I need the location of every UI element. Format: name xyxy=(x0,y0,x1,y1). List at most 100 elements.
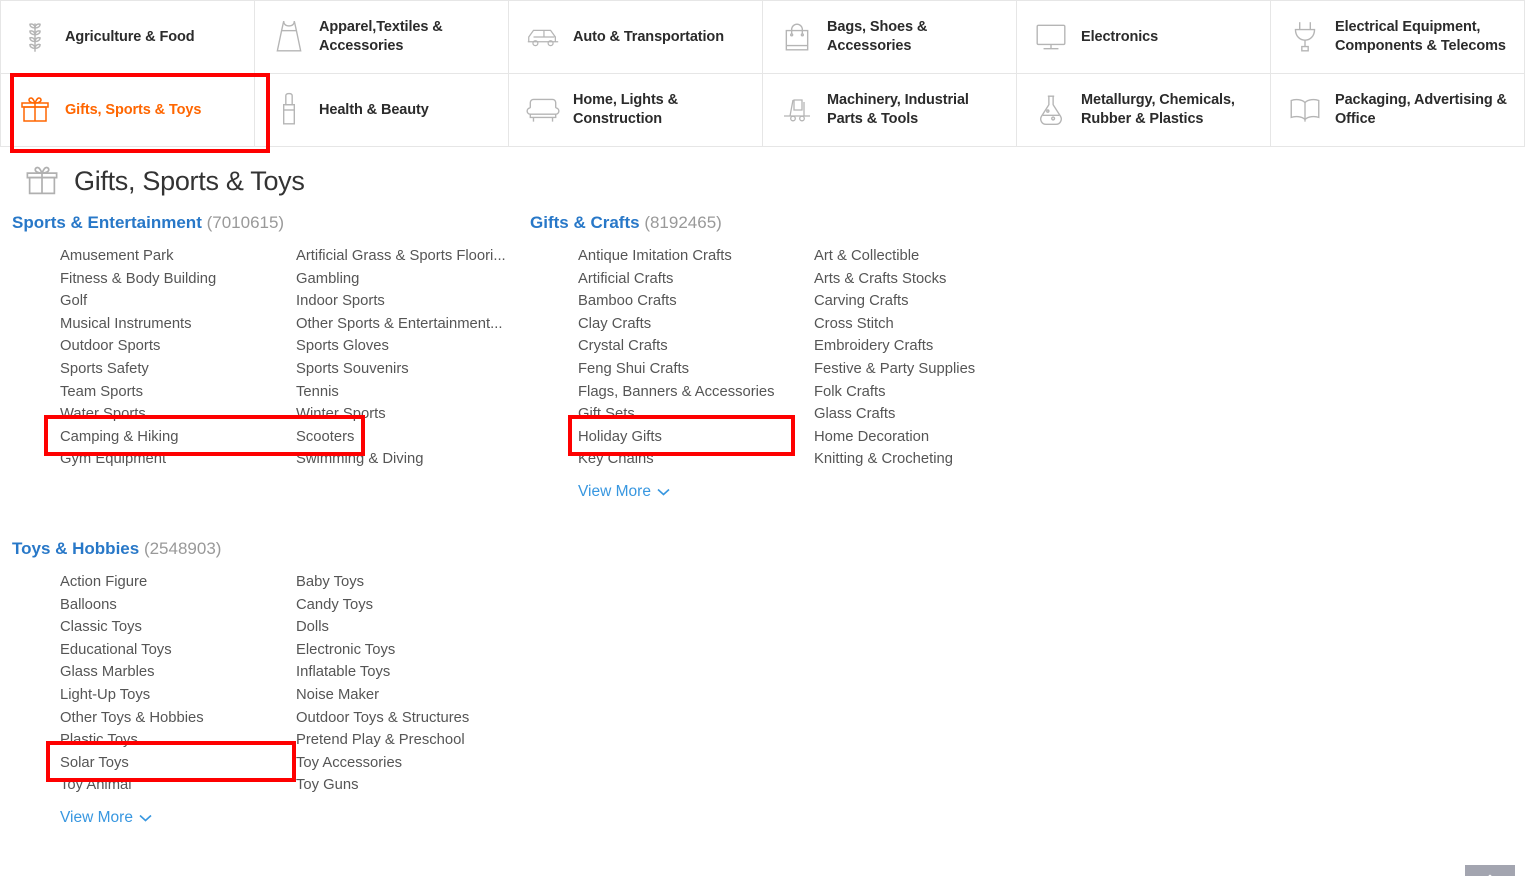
subcategory-link[interactable]: Winter Sports xyxy=(296,403,520,426)
subcategory-link[interactable]: Light-Up Toys xyxy=(60,684,296,707)
subcategory-columns: Amusement Park Fitness & Body Building Gol… xyxy=(0,239,520,471)
category-cell-electronics[interactable]: Electronics xyxy=(1017,1,1271,74)
subcategory-link[interactable]: Team Sports xyxy=(60,381,296,404)
flask-icon xyxy=(1031,88,1071,132)
chevron-down-icon xyxy=(139,814,152,822)
category-cell-health-beauty[interactable]: Health & Beauty xyxy=(255,74,509,147)
subcategory-link[interactable]: Solar Toys xyxy=(60,752,296,775)
car-icon xyxy=(523,15,563,59)
subcategory-columns: Antique Imitation Crafts Artificial Craft… xyxy=(518,239,1078,471)
subcategory-link[interactable]: Art & Collectible xyxy=(814,245,1078,268)
section-product-count: (7010615) xyxy=(206,213,285,232)
category-cell-packaging-advertising-office[interactable]: Packaging, Advertising & Office xyxy=(1271,74,1525,147)
subcategory-link[interactable]: Toy Guns xyxy=(296,774,520,797)
subcategory-link[interactable]: Embroidery Crafts xyxy=(814,335,1078,358)
category-cell-home-lights-construction[interactable]: Home, Lights & Construction xyxy=(509,74,763,147)
subcategory-link[interactable]: Other Toys & Hobbies xyxy=(60,707,296,730)
subcategory-link[interactable]: Feng Shui Crafts xyxy=(578,358,814,381)
subcategory-link[interactable]: Amusement Park xyxy=(60,245,296,268)
subcategory-link[interactable]: Swimming & Diving xyxy=(296,448,520,471)
subcategory-link[interactable]: Folk Crafts xyxy=(814,381,1078,404)
subcategory-link[interactable]: Gift Sets xyxy=(578,403,814,426)
subcategory-link[interactable]: Bamboo Crafts xyxy=(578,290,814,313)
category-cell-apparel-textiles-accessories[interactable]: Apparel,Textiles & Accessories xyxy=(255,1,509,74)
subcategory-link[interactable]: Crystal Crafts xyxy=(578,335,814,358)
subcategory-link[interactable]: Plastic Toys xyxy=(60,729,296,752)
subcategory-link[interactable]: Sports Safety xyxy=(60,358,296,381)
subcategory-link[interactable]: Toy Accessories xyxy=(296,752,520,775)
subcategory-link[interactable]: Festive & Party Supplies xyxy=(814,358,1078,381)
subcategory-link[interactable]: Sports Souvenirs xyxy=(296,358,520,381)
subcategory-link[interactable]: Camping & Hiking xyxy=(60,426,296,449)
subcategory-link[interactable]: Golf xyxy=(60,290,296,313)
category-cell-machinery-industrial-parts-tools[interactable]: Machinery, Industrial Parts & Tools xyxy=(763,74,1017,147)
view-more-button[interactable]: View More xyxy=(578,483,670,501)
gift-icon xyxy=(22,161,62,201)
subcategory-link[interactable]: Holiday Gifts xyxy=(578,426,814,449)
subcategory-link[interactable]: Antique Imitation Crafts xyxy=(578,245,814,268)
subcategory-link[interactable]: Flags, Banners & Accessories xyxy=(578,381,814,404)
category-cell-label: Auto & Transportation xyxy=(573,28,724,45)
section-title-link[interactable]: Toys & Hobbies xyxy=(12,539,139,558)
section-title-link[interactable]: Sports & Entertainment xyxy=(12,213,202,232)
category-cell-label: Machinery, Industrial Parts & Tools xyxy=(827,92,969,127)
subcategory-link[interactable]: Educational Toys xyxy=(60,639,296,662)
subcategory-link[interactable]: Artificial Crafts xyxy=(578,268,814,291)
subcategory-link[interactable]: Artificial Grass & Sports Floori... xyxy=(296,245,520,268)
subcategory-link[interactable]: Key Chains xyxy=(578,448,814,471)
lipstick-icon xyxy=(269,88,309,132)
subcategory-link[interactable]: Candy Toys xyxy=(296,594,520,617)
category-content: Sports & Entertainment (7010615) Amusemen… xyxy=(0,207,1525,876)
scroll-to-top-button[interactable]: TOP xyxy=(1465,865,1515,876)
subcategory-link[interactable]: Outdoor Toys & Structures xyxy=(296,707,520,730)
subcategory-link[interactable]: Dolls xyxy=(296,616,520,639)
subcategory-link[interactable]: Action Figure xyxy=(60,571,296,594)
subcategory-link[interactable]: Clay Crafts xyxy=(578,313,814,336)
category-cell-metallurgy-chemicals-rubber-plastics[interactable]: Metallurgy, Chemicals, Rubber & Plastics xyxy=(1017,74,1271,147)
subcategory-link[interactable]: Toy Animal xyxy=(60,774,296,797)
subcategory-link[interactable]: Home Decoration xyxy=(814,426,1078,449)
subcategory-link[interactable]: Gambling xyxy=(296,268,520,291)
subcategory-link[interactable]: Other Sports & Entertainment... xyxy=(296,313,520,336)
category-cell-label: Apparel,Textiles & Accessories xyxy=(319,19,443,54)
subcategory-link[interactable]: Inflatable Toys xyxy=(296,661,520,684)
category-cell-gifts-sports-toys[interactable]: Gifts, Sports & Toys xyxy=(1,74,255,147)
subcategory-link[interactable]: Tennis xyxy=(296,381,520,404)
subcategory-link[interactable]: Fitness & Body Building xyxy=(60,268,296,291)
subcategory-link[interactable]: Balloons xyxy=(60,594,296,617)
subcategory-link[interactable]: Carving Crafts xyxy=(814,290,1078,313)
subcategory-link[interactable]: Gym Equipment xyxy=(60,448,296,471)
subcategory-link[interactable]: Musical Instruments xyxy=(60,313,296,336)
section-title-link[interactable]: Gifts & Crafts xyxy=(530,213,640,232)
subcategory-link[interactable]: Baby Toys xyxy=(296,571,520,594)
subcategory-link[interactable]: Classic Toys xyxy=(60,616,296,639)
subcategory-link[interactable]: Arts & Crafts Stocks xyxy=(814,268,1078,291)
category-cell-electrical-equipment-components-telecoms[interactable]: Electrical Equipment, Components & Telec… xyxy=(1271,1,1525,74)
subcategory-link[interactable]: Noise Maker xyxy=(296,684,520,707)
section-product-count: (8192465) xyxy=(644,213,722,232)
subcategory-link[interactable]: Scooters xyxy=(296,426,520,449)
section-heading: Sports & Entertainment (7010615) xyxy=(0,207,292,239)
subcategory-link[interactable]: Indoor Sports xyxy=(296,290,520,313)
subcategory-link[interactable]: Water Sports xyxy=(60,403,296,426)
category-cell-auto-transportation[interactable]: Auto & Transportation xyxy=(509,1,763,74)
subcategory-link[interactable]: Sports Gloves xyxy=(296,335,520,358)
category-cell-label: Electronics xyxy=(1081,28,1159,45)
category-cell-agriculture-food[interactable]: Agriculture & Food xyxy=(1,1,255,74)
view-more-button[interactable]: View More xyxy=(60,809,152,827)
subcategory-link[interactable]: Outdoor Sports xyxy=(60,335,296,358)
subcategory-link[interactable]: Electronic Toys xyxy=(296,639,520,662)
subcategory-link[interactable]: Knitting & Crocheting xyxy=(814,448,1078,471)
category-cell-label: Gifts, Sports & Toys xyxy=(65,101,202,118)
category-cell-label: Packaging, Advertising & Office xyxy=(1335,92,1507,127)
category-bar: Agriculture & Food Apparel,Textiles & Acc… xyxy=(0,0,1525,147)
monitor-icon xyxy=(1031,15,1071,59)
subcategory-link[interactable]: Glass Marbles xyxy=(60,661,296,684)
category-cell-label: Home, Lights & Construction xyxy=(573,92,678,127)
category-cell-label: Agriculture & Food xyxy=(65,28,195,45)
subcategory-link[interactable]: Cross Stitch xyxy=(814,313,1078,336)
subcategory-columns: Action Figure Balloons Classic Toys Educati… xyxy=(0,565,520,797)
category-cell-bags-shoes-accessories[interactable]: Bags, Shoes & Accessories xyxy=(763,1,1017,74)
subcategory-link[interactable]: Pretend Play & Preschool xyxy=(296,729,520,752)
subcategory-link[interactable]: Glass Crafts xyxy=(814,403,1078,426)
